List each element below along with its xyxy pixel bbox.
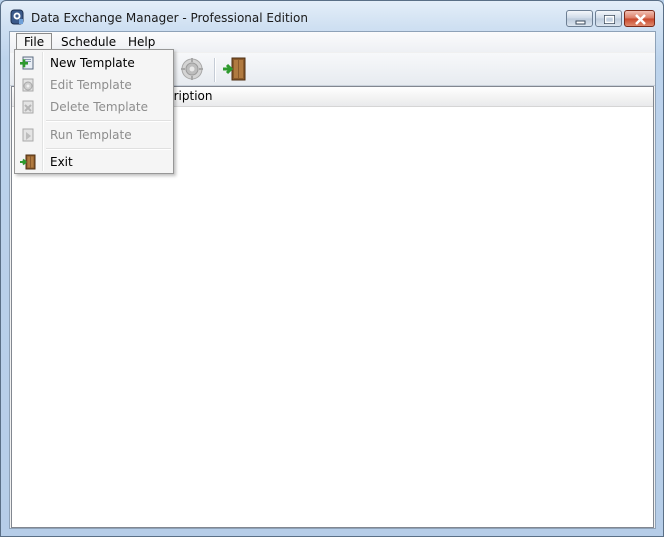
menu-separator <box>46 148 171 150</box>
new-template-icon <box>20 55 36 71</box>
menu-item-label: New Template <box>50 56 135 70</box>
exit-door-icon <box>223 57 246 81</box>
menu-item-delete-template[interactable]: Delete Template <box>17 96 171 118</box>
delete-template-icon <box>20 99 36 115</box>
title-bar[interactable]: Data Exchange Manager - Professional Edi… <box>1 1 663 31</box>
menu-item-label: Run Template <box>50 128 132 142</box>
app-icon[interactable] <box>10 9 24 25</box>
window-title: Data Exchange Manager - Professional Edi… <box>31 11 308 25</box>
toolbar-run-button[interactable] <box>179 56 205 82</box>
run-template-icon <box>20 127 36 143</box>
exit-door-icon <box>20 154 36 170</box>
minimize-button[interactable] <box>566 10 593 27</box>
run-gear-icon <box>181 58 203 80</box>
menu-item-label: Edit Template <box>50 78 132 92</box>
toolbar-exit-button[interactable] <box>222 56 248 82</box>
file-menu-dropdown: New Template Edit Template Delete Templa… <box>14 49 174 174</box>
menu-item-run-template[interactable]: Run Template <box>17 124 171 146</box>
menu-separator <box>46 120 171 122</box>
menu-item-new-template[interactable]: New Template <box>17 52 171 74</box>
menu-item-label: Delete Template <box>50 100 148 114</box>
menu-item-edit-template[interactable]: Edit Template <box>17 74 171 96</box>
toolbar-separator <box>214 58 216 82</box>
edit-template-icon <box>20 77 36 93</box>
menu-item-exit[interactable]: Exit <box>17 151 171 173</box>
close-button[interactable] <box>624 10 655 27</box>
menu-item-label: Exit <box>50 155 73 169</box>
maximize-button[interactable] <box>595 10 622 27</box>
